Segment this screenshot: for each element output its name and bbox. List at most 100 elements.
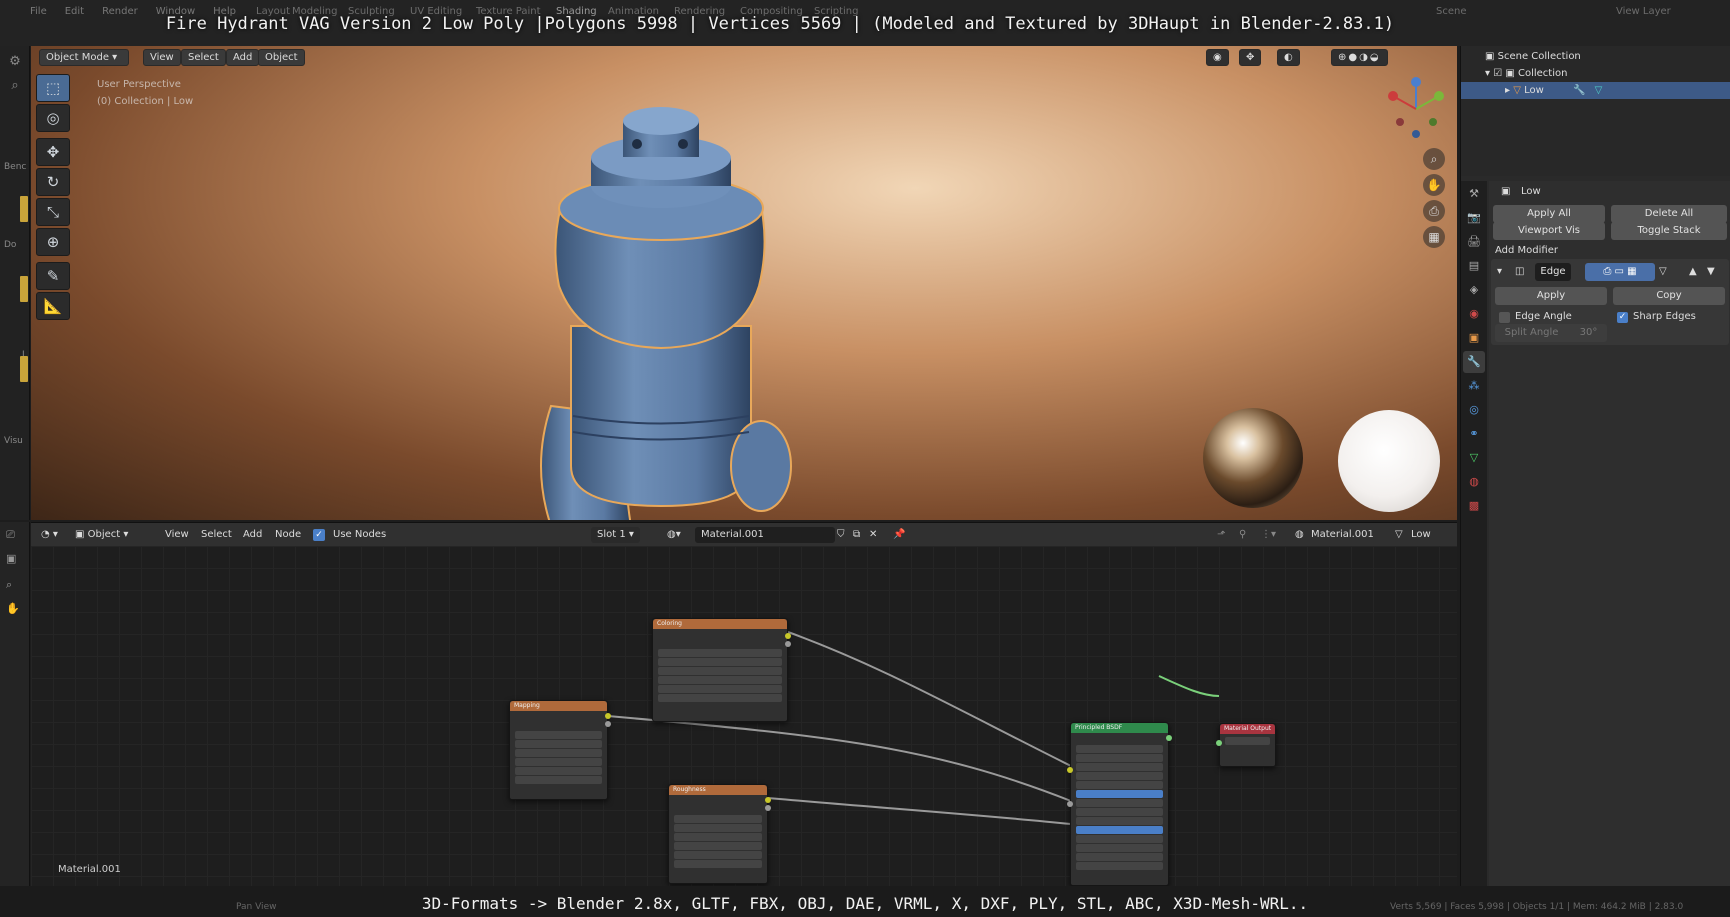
pan-hand-icon[interactable]: ✋ [1423, 174, 1445, 196]
overlays-icon[interactable]: ◐ [1277, 49, 1300, 66]
viewport-menu-view[interactable]: View [143, 49, 181, 66]
material-browse-icon[interactable]: ◍▾ [667, 527, 681, 543]
alpha-socket[interactable] [605, 721, 611, 727]
3d-viewport[interactable]: Object Mode ▾ View Select Add Object ◉ ✥… [31, 46, 1457, 520]
snap-mode-icon[interactable]: ⋮▾ [1261, 527, 1276, 543]
gizmo-icon[interactable]: ✥ [1239, 49, 1262, 66]
fake-user-icon[interactable]: ⛉ [837, 527, 845, 543]
shading-modes[interactable]: ⊕●◑◒ [1331, 49, 1388, 66]
rotate-icon[interactable]: ↻ [36, 168, 70, 196]
image-texture-node[interactable]: Mapping [509, 700, 611, 800]
node-menu-node[interactable]: Node [275, 527, 301, 543]
material-name-field[interactable]: Material.001 [695, 527, 835, 543]
node-editor-canvas[interactable]: Coloring Mapping Roughness Principled BS… [31, 546, 1457, 886]
move-down-icon[interactable]: ▼ [1707, 266, 1715, 277]
image-texture-node[interactable]: Coloring [652, 618, 791, 722]
scene-tab-icon[interactable]: ◈ [1463, 279, 1485, 301]
outliner-scene-collection[interactable]: ▣ Scene Collection [1461, 48, 1730, 65]
material-tab-icon[interactable]: ◍ [1463, 471, 1485, 493]
grid-view-icon[interactable]: ▦ [1423, 226, 1445, 248]
duplicate-icon[interactable]: ⧉ [853, 527, 860, 543]
image-icon[interactable]: ▣ [6, 552, 16, 565]
alpha-socket[interactable] [785, 641, 791, 647]
object-mode-label: Object Mode [46, 52, 109, 63]
surface-socket[interactable] [1216, 740, 1222, 746]
editor-type-icon[interactable]: ⎚ [6, 528, 15, 542]
use-nodes-checkbox[interactable]: ✓ [313, 529, 325, 541]
editor-type-dropdown[interactable]: ◔ ▾ [41, 527, 58, 543]
color-socket[interactable] [765, 797, 771, 803]
world-tab-icon[interactable]: ◉ [1463, 303, 1485, 325]
search-icon[interactable]: ⌕ [5, 76, 25, 96]
apply-all-button[interactable]: Apply All [1493, 205, 1605, 223]
tool-tab-icon[interactable]: ⚒ [1463, 183, 1485, 205]
constraints-tab-icon[interactable]: ⚭ [1463, 423, 1485, 445]
transform-icon[interactable]: ⊕ [36, 228, 70, 256]
roughness-socket[interactable] [1067, 801, 1073, 807]
pan-hand-icon[interactable]: ✋ [6, 602, 20, 615]
color-socket[interactable] [785, 633, 791, 639]
node-menu-select[interactable]: Select [201, 527, 232, 543]
pin-icon[interactable]: 📌 [893, 527, 905, 543]
viewport-menu-add[interactable]: Add [226, 49, 260, 66]
cursor-icon[interactable]: ◎ [36, 104, 70, 132]
render-tab-icon[interactable]: 📷 [1463, 207, 1485, 229]
select-box-icon[interactable]: ⬚ [36, 74, 70, 102]
physics-tab-icon[interactable]: ◎ [1463, 399, 1485, 421]
copy-button[interactable]: Copy [1613, 287, 1725, 305]
modifier-name-field[interactable]: Edge [1535, 263, 1571, 281]
image-texture-node[interactable]: Roughness [668, 784, 771, 884]
snap-icon[interactable]: ⚲ [1239, 527, 1246, 543]
node-menu-add[interactable]: Add [243, 527, 262, 543]
zoom-icon[interactable]: ⌕ [1423, 148, 1445, 170]
split-angle-field[interactable]: Split Angle 30° [1495, 324, 1607, 342]
node-menu-view[interactable]: View [165, 527, 189, 543]
vertex-icon[interactable]: ▽ [1659, 266, 1667, 277]
parent-icon[interactable]: ⬏ [1217, 527, 1225, 543]
edge-angle-checkbox[interactable] [1499, 312, 1510, 323]
object-tab-icon[interactable]: ▣ [1463, 327, 1485, 349]
color-socket[interactable] [605, 713, 611, 719]
measure-icon[interactable]: 📐 [36, 292, 70, 320]
texture-tab-icon[interactable]: ▩ [1463, 495, 1485, 517]
visibility-icon[interactable]: ◉ [1206, 49, 1229, 66]
data-tab-icon[interactable]: ▽ [1463, 447, 1485, 469]
principled-bsdf-node[interactable]: Principled BSDF [1067, 722, 1172, 886]
apply-button[interactable]: Apply [1495, 287, 1607, 305]
modifier-visibility-toggles[interactable]: ⎙ ▭ ▦ [1585, 263, 1655, 281]
slot-dropdown[interactable]: Slot 1 ▾ [591, 527, 640, 543]
move-icon[interactable]: ✥ [36, 138, 70, 166]
camera-icon[interactable]: ⎙ [1423, 200, 1445, 222]
zoom-icon[interactable]: ⌕ [6, 578, 12, 592]
annotate-icon[interactable]: ✎ [36, 262, 70, 290]
bsdf-output-socket[interactable] [1166, 735, 1172, 741]
modifier-tab-icon[interactable]: 🔧 [1463, 351, 1485, 373]
viewport-menu-object[interactable]: Object [258, 49, 305, 66]
chevron-down-icon[interactable]: ▾ [1485, 68, 1493, 79]
alpha-socket[interactable] [765, 805, 771, 811]
chevron-right-icon[interactable]: ▸ [1505, 85, 1513, 96]
chevron-down-icon[interactable]: ▾ [1497, 266, 1502, 277]
navigation-gizmo[interactable] [1383, 76, 1449, 142]
delete-all-button[interactable]: Delete All [1611, 205, 1727, 223]
scale-icon[interactable]: ⤡ [36, 198, 70, 226]
particles-tab-icon[interactable]: ⁂ [1463, 375, 1485, 397]
move-up-icon[interactable]: ▲ [1689, 266, 1697, 277]
outliner-collection[interactable]: ▾ ☑ ▣ Collection [1461, 65, 1730, 82]
sharp-edges-checkbox[interactable]: ✓ [1617, 312, 1628, 323]
view-layer-tab-icon[interactable]: ▤ [1463, 255, 1485, 277]
toggle-stack-button[interactable]: Toggle Stack [1611, 222, 1727, 240]
material-output-node[interactable]: Material Output [1216, 723, 1276, 767]
viewport-menu-select[interactable]: Select [181, 49, 226, 66]
viewport-vis-button[interactable]: Viewport Vis [1493, 222, 1605, 240]
base-color-socket[interactable] [1067, 767, 1073, 773]
checkbox-icon[interactable]: ☑ [1493, 68, 1502, 79]
object-mode-dropdown[interactable]: Object Mode ▾ [39, 49, 129, 66]
editor-type-icon[interactable]: ⚙ [5, 52, 25, 72]
output-tab-icon[interactable]: 🖨 [1463, 231, 1485, 253]
close-icon[interactable]: ✕ [869, 527, 877, 543]
object-type-dropdown[interactable]: ▣ Object ▾ [75, 527, 128, 543]
outliner-object-low[interactable]: ▸ ▽ Low 🔧 ▽ [1461, 82, 1730, 99]
add-modifier-dropdown[interactable]: Add Modifier [1495, 245, 1558, 256]
view-layer-selector[interactable]: View Layer [1616, 6, 1671, 17]
